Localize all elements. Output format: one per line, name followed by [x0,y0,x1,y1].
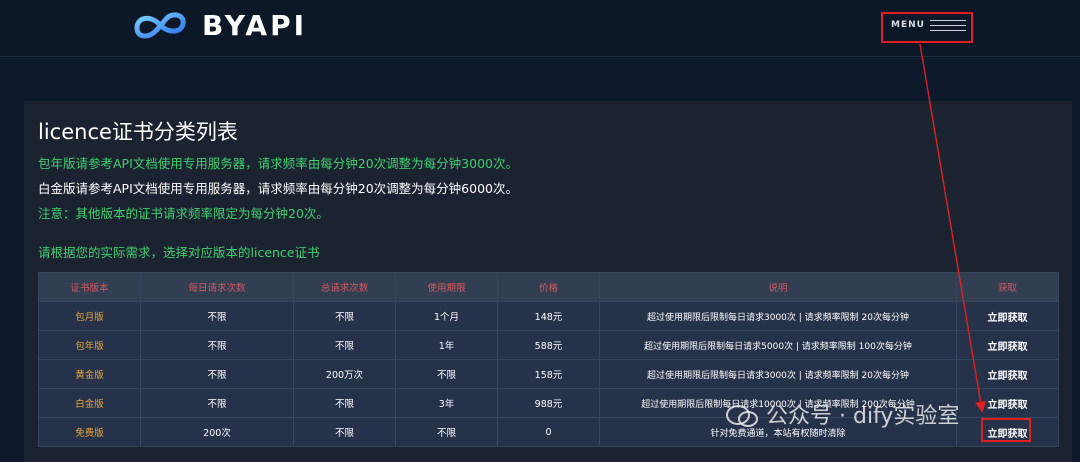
annotation-arrow-icon [919,43,987,413]
watermark-text: 公众号 · dify实验室 [766,404,960,429]
wechat-icon [726,405,758,427]
